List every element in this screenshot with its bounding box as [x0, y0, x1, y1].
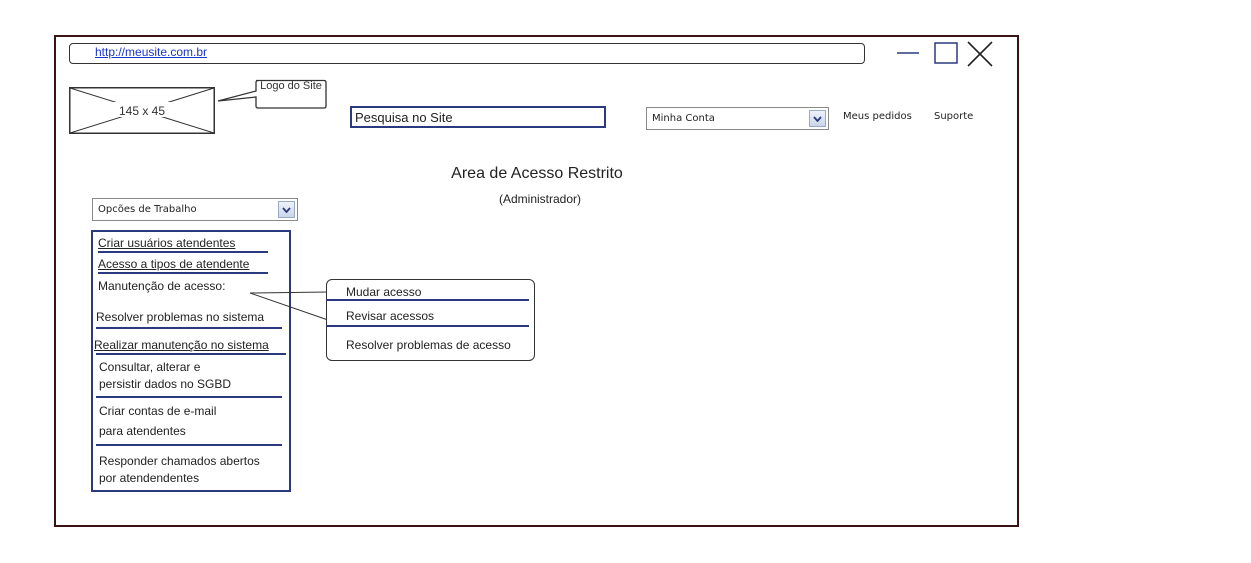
menu-item-access-maintenance[interactable]: Manutenção de acesso:: [98, 279, 225, 294]
menu-item-sgbd-line2[interactable]: persistir dados no SGBD: [99, 377, 231, 392]
submenu-separator: [326, 325, 529, 327]
address-url-link[interactable]: http://meusite.com.br: [95, 45, 207, 59]
submenu-item-change-access[interactable]: Mudar acesso: [346, 285, 421, 299]
submenu-separator: [326, 299, 529, 301]
menu-separator: [98, 251, 268, 253]
menu-item-resolve-problems[interactable]: Resolver problemas no sistema: [96, 310, 264, 325]
nav-support-link[interactable]: Suporte: [934, 111, 973, 122]
close-icon[interactable]: [966, 40, 994, 68]
menu-separator: [96, 444, 282, 446]
chevron-down-icon[interactable]: [809, 110, 826, 127]
account-select-value: Minha Conta: [652, 113, 715, 124]
maximize-icon[interactable]: [934, 42, 958, 64]
submenu-item-review-access[interactable]: Revisar acessos: [346, 309, 434, 323]
chevron-down-icon[interactable]: [278, 201, 295, 218]
submenu-item-resolve-access[interactable]: Resolver problemas de acesso: [346, 338, 511, 352]
menu-separator: [96, 353, 286, 355]
account-select[interactable]: Minha Conta: [646, 107, 829, 130]
search-input[interactable]: [350, 106, 606, 128]
work-options-select[interactable]: Opcões de Trabalho: [92, 198, 298, 221]
menu-item-tickets-line1[interactable]: Responder chamados abertos: [99, 454, 260, 469]
minimize-icon[interactable]: [896, 42, 920, 64]
menu-separator: [98, 272, 268, 274]
page-title: Area de Acesso Restrito: [451, 165, 623, 182]
menu-separator: [96, 327, 282, 329]
menu-item-attendant-types[interactable]: Acesso a tipos de atendente: [98, 257, 249, 272]
logo-callout-text: Logo do Site: [260, 80, 322, 92]
menu-item-email-line2[interactable]: para atendentes: [99, 424, 186, 439]
logo-size-label: 145 x 45: [118, 104, 166, 118]
page-subtitle: (Administrador): [498, 192, 582, 206]
submenu-connector: [249, 291, 329, 321]
work-options-value: Opcões de Trabalho: [98, 204, 197, 215]
menu-item-sgbd-line1[interactable]: Consultar, alterar e: [99, 360, 200, 375]
menu-item-tickets-line2[interactable]: por atendendentes: [99, 471, 199, 486]
menu-item-create-users[interactable]: Criar usuários atendentes: [98, 236, 235, 251]
menu-item-system-maintenance[interactable]: Realizar manutenção no sistema: [94, 338, 269, 353]
nav-orders-link[interactable]: Meus pedidos: [843, 111, 912, 122]
menu-separator: [96, 396, 282, 398]
menu-item-email-line1[interactable]: Criar contas de e-mail: [99, 404, 216, 419]
